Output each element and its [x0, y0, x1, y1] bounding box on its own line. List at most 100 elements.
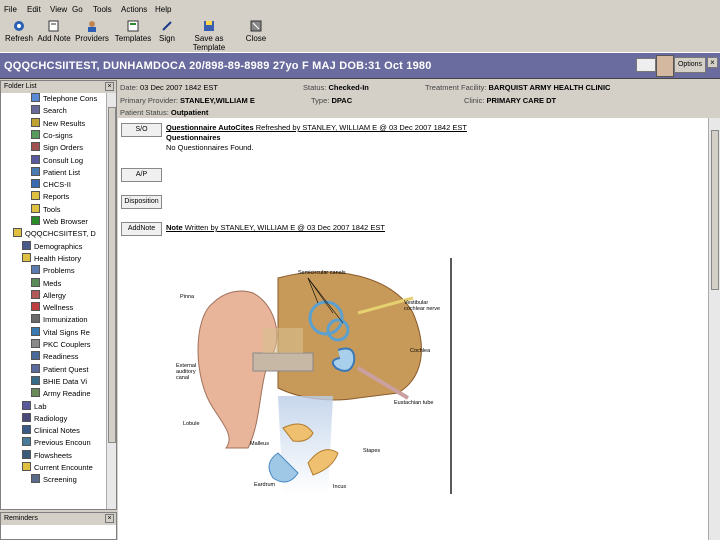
note-link[interactable]: Note: [166, 223, 183, 232]
toolbar: Refresh Add Note Providers Templates Sig…: [0, 18, 720, 52]
folder-item-web-browser[interactable]: Web Browser: [31, 216, 88, 228]
folder-item-pkc-couplers[interactable]: PKC Couplers: [31, 339, 91, 351]
menu-bar: File Edit View Go Tools Actions Help: [0, 0, 720, 18]
disposition-button[interactable]: Disposition: [121, 195, 162, 209]
folder-item-sign-orders[interactable]: Sign Orders: [31, 142, 83, 154]
patient-photo: [656, 55, 674, 77]
banner-close-button[interactable]: ×: [707, 57, 718, 68]
patient-banner-text: QQQCHCSIITEST, DUNHAMDOCA 20/898-89-8989…: [4, 60, 432, 72]
add-note-label: Add Note: [37, 34, 71, 43]
folder-item-icon: [22, 462, 31, 471]
providers-label: Providers: [75, 34, 109, 43]
folder-item-new-results[interactable]: New Results: [31, 117, 85, 130]
provider-label: Primary Provider:: [120, 96, 178, 105]
folder-item-patient-quest[interactable]: Patient Quest: [31, 363, 88, 376]
folder-item-chcs-ii[interactable]: CHCS-II: [31, 179, 71, 191]
note-scroll-thumb[interactable]: [711, 130, 719, 290]
label-external-auditory-canal: External auditory canal: [176, 363, 197, 381]
folder-item-problems[interactable]: Problems: [31, 265, 75, 277]
menu-file[interactable]: File: [4, 5, 17, 14]
folder-item-clinical-notes[interactable]: Clinical Notes: [22, 425, 80, 437]
folder-item-qqqchcsiitest-d[interactable]: QQQCHCSIITEST, D: [13, 228, 96, 240]
folder-list-close-button[interactable]: ×: [105, 82, 114, 91]
menu-edit[interactable]: Edit: [27, 5, 41, 14]
folder-item-label: Allergy: [43, 290, 66, 300]
folder-item-icon: [22, 449, 31, 459]
menu-actions[interactable]: Actions: [121, 5, 147, 14]
folder-item-wellness[interactable]: Wellness: [31, 302, 73, 314]
ap-button[interactable]: A/P: [121, 168, 162, 182]
folder-item-icon: [22, 412, 31, 422]
folder-item-icon: [31, 179, 40, 189]
patient-id: 20/898-89-8989: [189, 60, 270, 72]
folder-item-vital-signs-re[interactable]: Vital Signs Re: [31, 326, 90, 339]
folder-list-scrollbar[interactable]: [106, 93, 116, 509]
folder-item-label: Army Readine: [43, 389, 91, 399]
folder-item-army-readine[interactable]: Army Readine: [31, 388, 91, 400]
facility-value: BARQUIST ARMY HEALTH CLINIC: [488, 83, 611, 92]
folder-item-previous-encoun[interactable]: Previous Encoun: [22, 437, 91, 449]
folder-item-label: QQQCHCSIITEST, D: [25, 229, 96, 239]
folder-item-icon: [31, 474, 40, 484]
menu-tools[interactable]: Tools: [93, 5, 112, 14]
menu-go[interactable]: Go: [72, 5, 83, 14]
questionnaire-refreshed: Refreshed by STANLEY, WILLIAM E @ 03 Dec…: [253, 123, 467, 132]
so-button[interactable]: S/O: [121, 123, 162, 137]
folder-item-screening[interactable]: Screening: [31, 474, 77, 486]
folder-item-readiness[interactable]: Readiness: [31, 351, 78, 363]
folder-tree: Telephone Cons Search New Results Co-signs S…: [1, 93, 107, 509]
providers-button[interactable]: Providers: [74, 20, 110, 43]
folder-item-demographics[interactable]: Demographics: [22, 240, 82, 253]
save-as-template-button[interactable]: Save as Template: [178, 20, 240, 52]
folder-item-meds[interactable]: Meds: [31, 277, 61, 290]
refresh-button[interactable]: Refresh: [4, 20, 34, 43]
folder-item-telephone-cons[interactable]: Telephone Cons: [31, 93, 97, 105]
folder-item-label: Lab: [34, 401, 47, 411]
folder-item-icon: [31, 93, 40, 102]
folder-list-scroll-thumb[interactable]: [108, 107, 116, 443]
folder-item-tools[interactable]: Tools: [31, 203, 61, 216]
folder-item-reports[interactable]: Reports: [31, 191, 69, 203]
folder-item-icon: [31, 191, 40, 201]
options-button[interactable]: Options: [674, 57, 706, 73]
folder-item-current-encounte[interactable]: Current Encounte: [22, 462, 93, 474]
folder-item-search[interactable]: Search: [31, 105, 67, 117]
label-stapes: Stapes: [363, 448, 381, 454]
pdf-icon[interactable]: [636, 58, 656, 72]
folder-item-flowsheets[interactable]: Flowsheets: [22, 449, 72, 462]
templates-icon: [127, 20, 139, 32]
folder-item-label: Radiology: [34, 413, 68, 423]
reminders-close-button[interactable]: ×: [105, 514, 114, 523]
folder-item-bhie-data-vi[interactable]: BHIE Data Vi: [31, 375, 87, 388]
refresh-icon: [14, 21, 24, 31]
folder-item-icon: [31, 326, 40, 336]
close-button[interactable]: Close: [244, 20, 268, 43]
refresh-label: Refresh: [4, 34, 33, 43]
folder-item-label: Readiness: [43, 352, 79, 362]
menu-view[interactable]: View: [50, 5, 67, 14]
templates-button[interactable]: Templates: [113, 20, 153, 43]
questionnaire-autocites-link[interactable]: Questionnaire AutoCites: [166, 123, 254, 132]
folder-item-icon: [31, 375, 40, 385]
folder-item-health-history[interactable]: Health History: [22, 252, 81, 265]
templates-label: Templates: [114, 34, 152, 43]
folder-item-icon: [31, 117, 40, 127]
menu-help[interactable]: Help: [155, 5, 171, 14]
patient-name: QQQCHCSIITEST, DUNHAMDOCA: [4, 60, 186, 72]
folder-item-immunization[interactable]: Immunization: [31, 314, 88, 326]
folder-item-allergy[interactable]: Allergy: [31, 289, 66, 302]
folder-item-radiology[interactable]: Radiology: [22, 412, 68, 425]
folder-item-label: Current Encounte: [34, 463, 93, 472]
folder-item-label: PKC Couplers: [43, 340, 91, 349]
folder-item-patient-list[interactable]: Patient List: [31, 166, 80, 179]
folder-item-lab[interactable]: Lab: [22, 400, 47, 413]
folder-item-consult-log[interactable]: Consult Log: [31, 154, 83, 167]
folder-item-icon: [31, 363, 40, 373]
encounter-type: Type: DPAC: [311, 96, 352, 105]
folder-item-co-signs[interactable]: Co-signs: [31, 129, 73, 142]
add-note-button[interactable]: Add Note: [36, 20, 72, 43]
folder-item-icon: [31, 302, 40, 312]
addnote-button[interactable]: AddNote: [121, 222, 162, 236]
note-scrollbar[interactable]: [708, 118, 720, 540]
sign-button[interactable]: Sign: [156, 20, 178, 43]
